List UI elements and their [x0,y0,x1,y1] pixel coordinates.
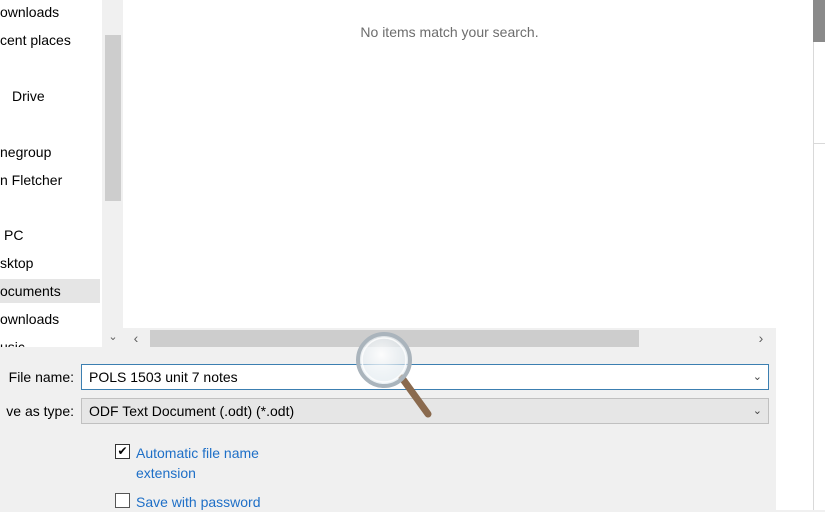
auto-extension-checkbox[interactable]: ✔ [115,444,130,459]
nav-item-label: Drive [12,88,45,104]
nav-item-label: ownloads [0,4,60,20]
chevron-down-icon[interactable]: ⌄ [753,399,762,423]
nav-item-label: sktop [0,255,34,271]
nav-item-label: ownloads [0,311,60,327]
nav-item-label: ocuments [0,283,61,299]
nav-item-label: cent places [0,32,71,48]
navigation-pane: ownloads cent places Drive negroup n Fle… [0,0,102,347]
chevron-left-icon[interactable]: ‹ [127,330,145,347]
auto-extension-label-line1[interactable]: Automatic file name [136,443,259,463]
nav-item-homegroup[interactable]: negroup [0,140,100,164]
magnifier-icon [356,332,432,418]
chevron-down-icon[interactable]: ⌄ [753,365,762,389]
divider [813,42,814,510]
nav-item-label: PC [4,227,24,243]
preview-pane [776,0,825,510]
horizontal-scrollbar[interactable]: ‹ › [123,328,776,349]
nav-item-downloads-2[interactable]: ownloads [0,307,100,331]
nav-item-onedrive[interactable]: Drive [0,84,100,108]
nav-item-documents[interactable]: ocuments [0,279,100,303]
nav-vertical-scrollbar[interactable]: ⌄ [102,0,123,347]
save-with-password-label[interactable]: Save with password [136,492,261,512]
save-as-type-label: ve as type: [6,403,74,419]
divider [813,143,825,144]
nav-item-recent-places[interactable]: cent places [0,28,100,52]
nav-scroll-thumb[interactable] [105,35,121,201]
nav-item-desktop[interactable]: sktop [0,251,100,275]
nav-item-downloads[interactable]: ownloads [0,0,100,24]
auto-extension-label-line2[interactable]: extension [136,463,196,483]
save-with-password-checkbox[interactable] [115,493,130,508]
nav-item-label: negroup [0,144,52,160]
file-list[interactable]: No items match your search. [123,0,776,328]
save-as-type-value: ODF Text Document (.odt) (*.odt) [89,403,295,419]
file-name-label: File name: [8,369,74,385]
file-name-value: POLS 1503 unit 7 notes [89,369,238,385]
chevron-right-icon[interactable]: › [752,330,770,347]
preview-header [813,0,825,42]
nav-item-user[interactable]: n Fletcher [0,168,100,192]
nav-item-label: usic [0,339,25,347]
empty-message: No items match your search. [360,24,539,40]
nav-item-music[interactable]: usic [0,335,100,347]
chevron-down-icon[interactable]: ⌄ [106,330,120,344]
nav-item-this-pc[interactable]: PC [0,223,100,247]
nav-item-label: n Fletcher [0,172,63,188]
